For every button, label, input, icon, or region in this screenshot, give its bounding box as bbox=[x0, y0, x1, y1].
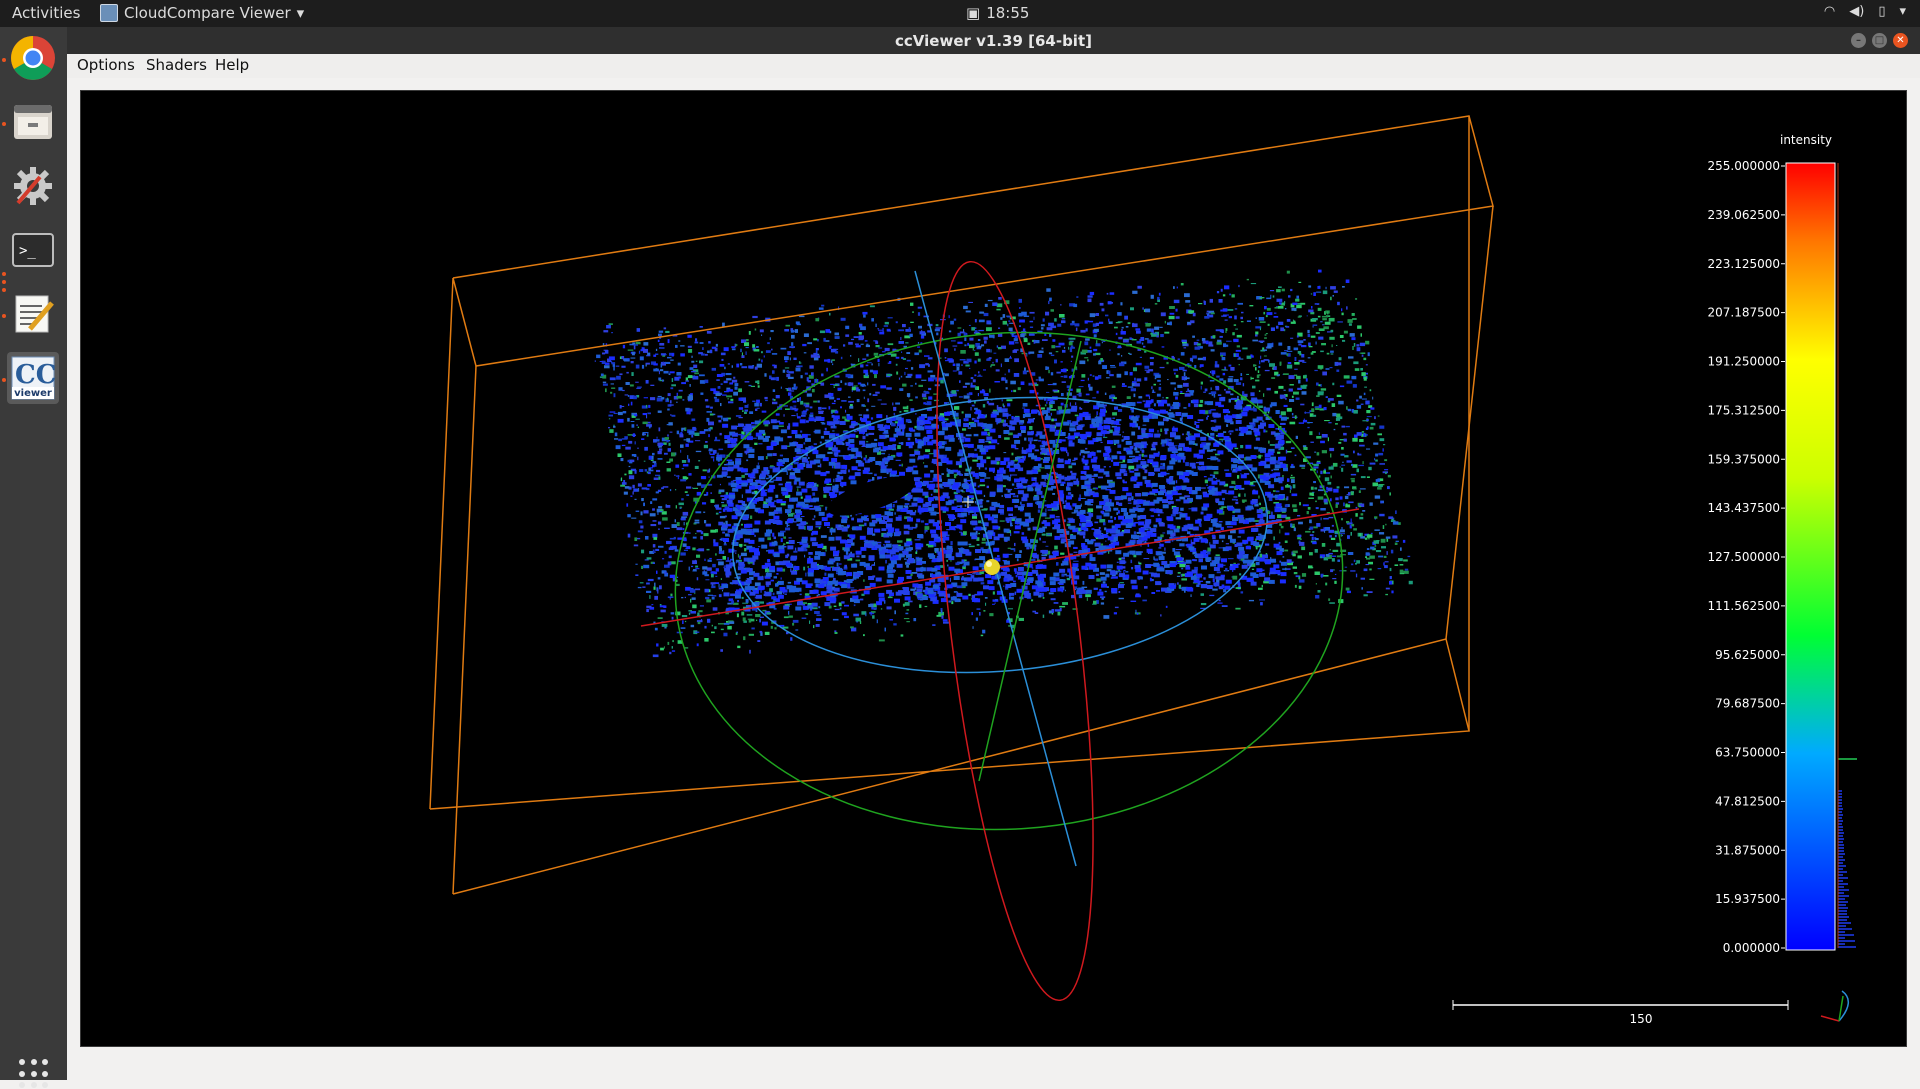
running-indicator bbox=[2, 288, 6, 292]
scalar-bar-tick-label: 255.000000 bbox=[1707, 159, 1780, 173]
scale-bar-label: 150 bbox=[1630, 1012, 1653, 1026]
text-editor-icon[interactable] bbox=[7, 288, 59, 340]
axis-trihedron-icon bbox=[1821, 991, 1848, 1021]
scalar-bar-tick-label: 31.875000 bbox=[1715, 843, 1780, 857]
battery-icon[interactable]: ▯ bbox=[1878, 4, 1885, 19]
scalar-bar-tick-label: 0.000000 bbox=[1723, 941, 1780, 955]
ccviewer-icon-label: viewer bbox=[7, 388, 59, 399]
chevron-down-icon: ▾ bbox=[297, 4, 305, 22]
files-icon[interactable] bbox=[7, 96, 59, 148]
scalar-bar-tick-label: 47.812500 bbox=[1715, 794, 1780, 808]
show-applications-button[interactable] bbox=[19, 1059, 49, 1089]
bounding-box bbox=[430, 116, 1493, 894]
system-tray[interactable]: ◠ ◀) ▯ ▾ bbox=[1824, 4, 1906, 19]
scalar-bar-tick-label: 127.500000 bbox=[1707, 550, 1780, 564]
scalar-bar-tick-label: 191.250000 bbox=[1707, 355, 1780, 369]
minimize-button[interactable]: – bbox=[1851, 33, 1866, 48]
scalar-bar-tick-label: 207.187500 bbox=[1707, 306, 1780, 320]
menu-bar: Options Shaders Help bbox=[67, 54, 1920, 78]
running-indicator bbox=[2, 272, 6, 276]
running-indicator bbox=[2, 122, 6, 126]
running-indicator bbox=[2, 378, 6, 382]
running-indicator bbox=[2, 314, 6, 318]
terminal-icon[interactable]: >_ bbox=[7, 224, 59, 276]
scalar-bar-tick-label: 15.937500 bbox=[1715, 892, 1780, 906]
svg-text:>_: >_ bbox=[19, 243, 36, 259]
wifi-icon[interactable]: ◠ bbox=[1824, 4, 1835, 19]
chrome-icon[interactable] bbox=[7, 32, 59, 84]
scalar-bar-tick-label: 175.312500 bbox=[1707, 403, 1780, 417]
volume-icon[interactable]: ◀) bbox=[1849, 4, 1864, 19]
app-menu[interactable]: CloudCompare Viewer ▾ bbox=[100, 4, 304, 22]
menu-help[interactable]: Help bbox=[215, 56, 249, 74]
chevron-down-icon[interactable]: ▾ bbox=[1899, 4, 1906, 19]
clock[interactable]: ▣ 18:55 bbox=[966, 4, 1029, 22]
window-title: ccViewer v1.39 [64-bit] bbox=[67, 32, 1920, 50]
close-button[interactable]: ✕ bbox=[1893, 33, 1908, 48]
clock-text: 18:55 bbox=[986, 4, 1029, 22]
scalar-histogram bbox=[1838, 163, 1857, 948]
app-icon bbox=[100, 4, 118, 22]
scale-bar: 150 bbox=[1453, 1000, 1788, 1026]
app-menu-label: CloudCompare Viewer bbox=[124, 4, 291, 22]
pivot-point bbox=[984, 559, 1000, 575]
scalar-bar-tick-label: 79.687500 bbox=[1715, 697, 1780, 711]
scalar-bar-tick-label: 223.125000 bbox=[1707, 257, 1780, 271]
calendar-icon: ▣ bbox=[966, 4, 980, 22]
menu-options[interactable]: Options bbox=[77, 56, 135, 74]
scalar-bar-tick-label: 159.375000 bbox=[1707, 452, 1780, 466]
system-top-bar: Activities CloudCompare Viewer ▾ ▣ 18:55… bbox=[0, 0, 1920, 27]
scalar-bar-tick-label: 111.562500 bbox=[1707, 599, 1780, 613]
svg-text:CC: CC bbox=[15, 360, 56, 390]
scene-render: intensity 255.000000 239.062500 223.125000… bbox=[81, 91, 1906, 1046]
scalar-bar-tick-label: 95.625000 bbox=[1715, 648, 1780, 662]
settings-icon[interactable] bbox=[7, 160, 59, 212]
dock: >_ CC viewer bbox=[0, 27, 67, 1080]
running-indicator bbox=[2, 58, 6, 62]
scalar-bar-tick-label: 63.750000 bbox=[1715, 746, 1780, 760]
maximize-button[interactable]: □ bbox=[1872, 33, 1887, 48]
scalar-bar-tick-label: 143.437500 bbox=[1707, 501, 1780, 515]
running-indicator bbox=[2, 280, 6, 284]
window-title-bar[interactable]: ccViewer v1.39 [64-bit] – □ ✕ bbox=[67, 27, 1920, 54]
ccviewer-icon[interactable]: CC viewer bbox=[7, 352, 59, 404]
scalar-bar-title: intensity bbox=[1780, 133, 1832, 147]
scalar-bar: intensity 255.000000 239.062500 223.125000… bbox=[1707, 133, 1857, 955]
activities-button[interactable]: Activities bbox=[12, 4, 80, 22]
menu-shaders[interactable]: Shaders bbox=[146, 56, 207, 74]
scalar-bar-tick-label: 239.062500 bbox=[1707, 208, 1780, 222]
3d-viewport[interactable]: intensity 255.000000 239.062500 223.125000… bbox=[80, 90, 1907, 1047]
